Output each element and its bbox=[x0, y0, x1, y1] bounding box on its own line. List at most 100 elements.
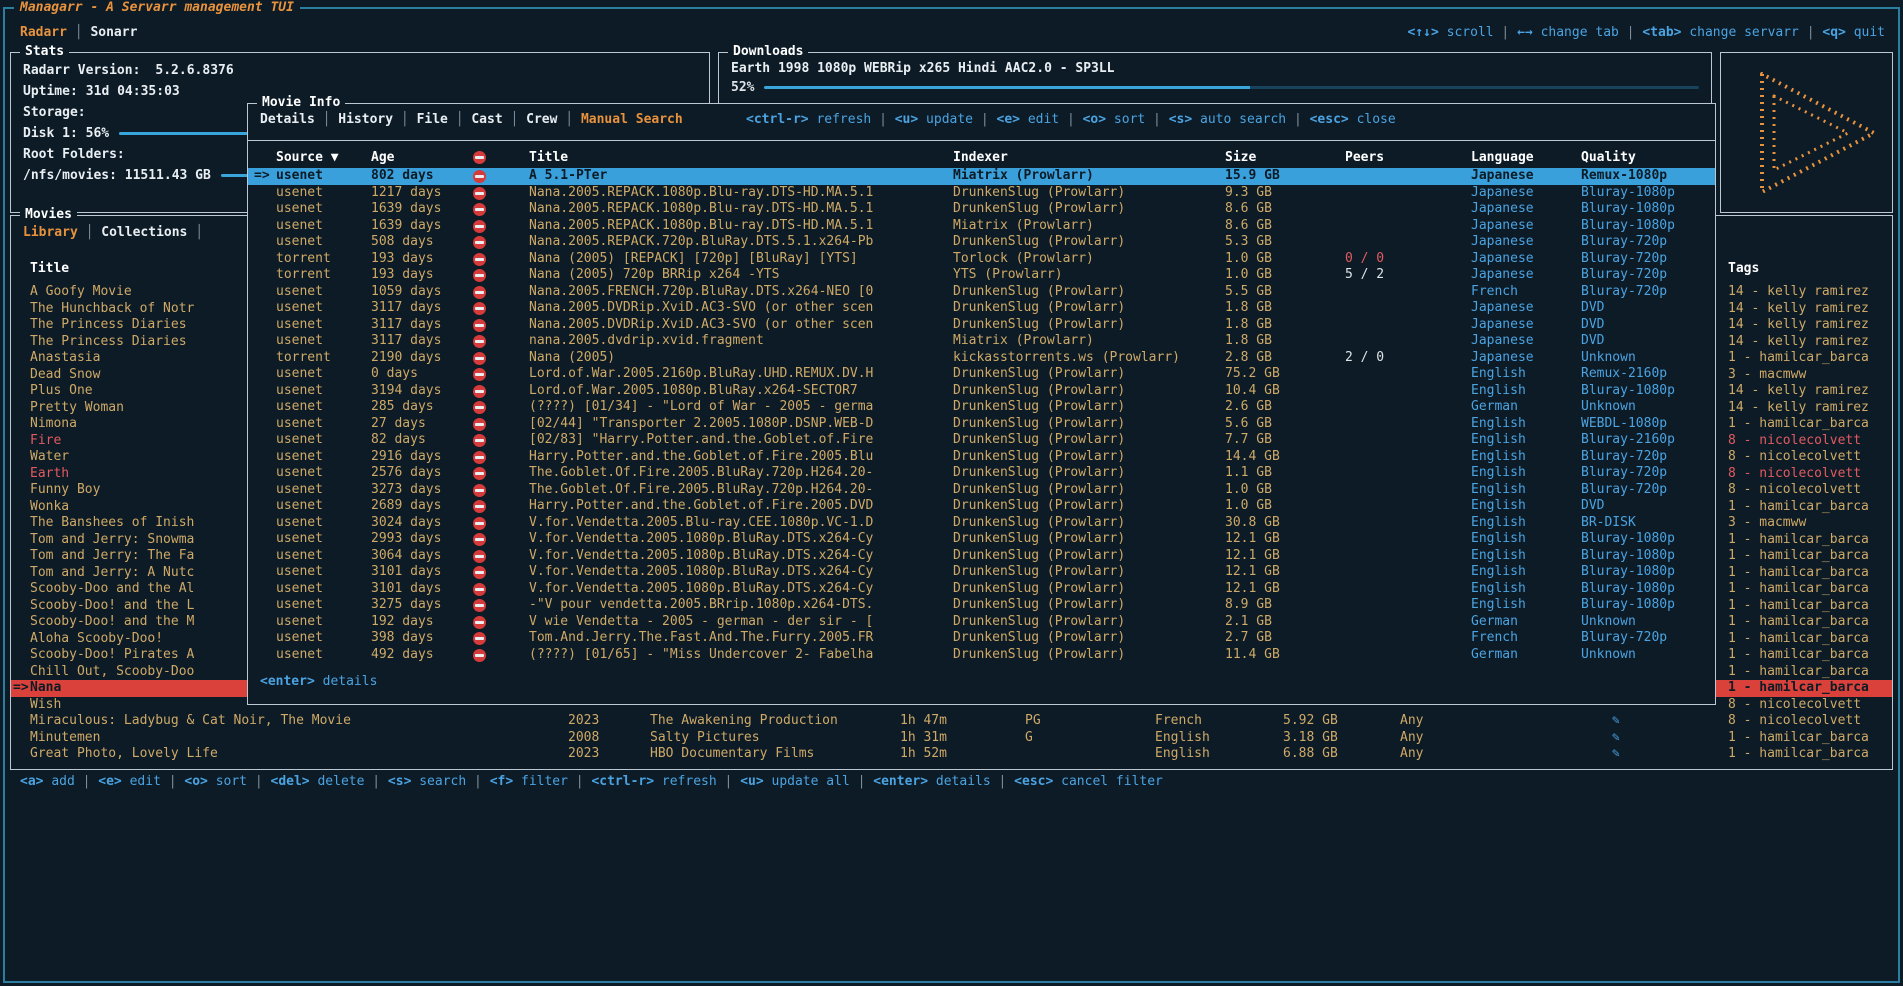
search-result-row[interactable]: usenet1639 daysNana.2005.REPACK.1080p.Bl… bbox=[248, 201, 1715, 218]
movie-tags-cell: 14 - kelly ramirez bbox=[1720, 317, 1892, 334]
rejection-icon bbox=[473, 401, 486, 414]
selection-marker bbox=[11, 301, 30, 318]
search-result-row[interactable]: usenet3024 daysV.for.Vendetta.2005.Blu-r… bbox=[248, 515, 1715, 532]
search-result-row[interactable]: usenet2689 daysHarry.Potter.and.the.Gobl… bbox=[248, 498, 1715, 515]
hint-action: update all bbox=[772, 774, 850, 789]
movie-tags-cell: 1 - hamilcar_barca bbox=[1720, 581, 1892, 598]
release-size-cell: 2.8 GB bbox=[1225, 350, 1345, 367]
radarr-version-label: Radarr Version: bbox=[23, 60, 140, 81]
search-table-header: Source ▼ Age Title Indexer Size Peers La… bbox=[248, 149, 1715, 166]
download-progress-line: 52% bbox=[731, 78, 1699, 97]
search-result-row[interactable]: usenet3117 daysNana.2005.DVDRip.XviD.AC3… bbox=[248, 300, 1715, 317]
release-size-cell: 8.6 GB bbox=[1225, 218, 1345, 235]
tab-file[interactable]: File bbox=[417, 112, 448, 127]
tab-radarr[interactable]: Radarr bbox=[20, 25, 67, 40]
search-result-row[interactable]: usenet3117 daysnana.2005.dvdrip.xvid.fra… bbox=[248, 333, 1715, 350]
search-result-row[interactable]: usenet508 daysNana.2005.REPACK.720p.BluR… bbox=[248, 234, 1715, 251]
tab-collections[interactable]: Collections bbox=[101, 225, 187, 240]
search-result-row[interactable]: usenet2916 daysHarry.Potter.and.the.Gobl… bbox=[248, 449, 1715, 466]
release-age-cell: 492 days bbox=[371, 647, 471, 664]
release-rejection-cell bbox=[471, 449, 529, 466]
release-source-cell: usenet bbox=[276, 234, 371, 251]
rejection-icon bbox=[473, 302, 486, 315]
release-title-cell: A 5.1-PTer bbox=[529, 168, 953, 185]
selection-marker bbox=[248, 432, 276, 449]
release-title-cell: Lord.of.War.2005.1080p.BluRay.x264-SECTO… bbox=[529, 383, 953, 400]
search-result-row[interactable]: usenet1217 daysNana.2005.REPACK.1080p.Bl… bbox=[248, 185, 1715, 202]
movie-year-cell: 2023 bbox=[568, 746, 650, 763]
tab-history[interactable]: History bbox=[338, 112, 393, 127]
release-language-cell: German bbox=[1471, 614, 1581, 631]
movie-tags-cell: 14 - kelly ramirez bbox=[1720, 334, 1892, 351]
movie-tag-icon-cell: ✎ bbox=[1610, 746, 1720, 763]
release-indexer-cell: DrunkenSlug (Prowlarr) bbox=[953, 300, 1225, 317]
hint-separator: | bbox=[717, 774, 740, 789]
release-rejection-cell bbox=[471, 482, 529, 499]
tab-manual-search[interactable]: Manual Search bbox=[581, 112, 683, 127]
release-language-cell: English bbox=[1471, 482, 1581, 499]
search-result-row[interactable]: usenet492 days(????) [01/65] - "Miss Und… bbox=[248, 647, 1715, 664]
hint-action: change servarr bbox=[1689, 25, 1799, 40]
global-keybind-hints: <↑↓> scroll | ←→ change tab | <tab> chan… bbox=[1408, 25, 1886, 40]
search-result-row[interactable]: usenet3117 daysNana.2005.DVDRip.XviD.AC3… bbox=[248, 317, 1715, 334]
search-result-row[interactable]: usenet3101 daysV.for.Vendetta.2005.1080p… bbox=[248, 564, 1715, 581]
release-indexer-cell: Torlock (Prowlarr) bbox=[953, 251, 1225, 268]
hint-key: <s> bbox=[388, 774, 411, 789]
search-result-row[interactable]: =>usenet802 daysA 5.1-PTerMiatrix (Prowl… bbox=[248, 168, 1715, 185]
release-rejection-cell bbox=[471, 168, 529, 185]
movie-row[interactable]: Great Photo, Lovely Life2023HBO Document… bbox=[11, 746, 1892, 763]
release-indexer-cell: DrunkenSlug (Prowlarr) bbox=[953, 515, 1225, 532]
rejection-icon bbox=[473, 632, 486, 645]
hint-action: scroll bbox=[1447, 25, 1494, 40]
tab-sonarr[interactable]: Sonarr bbox=[90, 25, 137, 40]
selection-marker bbox=[248, 531, 276, 548]
search-result-row[interactable]: usenet3275 days-"V pour vendetta.2005.BR… bbox=[248, 597, 1715, 614]
release-language-cell: Japanese bbox=[1471, 234, 1581, 251]
movie-row[interactable]: Minutemen2008Salty Pictures1h 31mGEnglis… bbox=[11, 730, 1892, 747]
search-result-row[interactable]: usenet3273 daysThe.Goblet.Of.Fire.2005.B… bbox=[248, 482, 1715, 499]
release-size-cell: 12.1 GB bbox=[1225, 564, 1345, 581]
search-result-row[interactable]: torrent2190 daysNana (2005)kickasstorren… bbox=[248, 350, 1715, 367]
release-source-cell: usenet bbox=[276, 531, 371, 548]
release-size-cell: 12.1 GB bbox=[1225, 581, 1345, 598]
tab-details[interactable]: Details bbox=[260, 112, 315, 127]
movie-row[interactable]: Miraculous: Ladybug & Cat Noir, The Movi… bbox=[11, 713, 1892, 730]
rejection-icon bbox=[473, 203, 486, 216]
search-result-row[interactable]: torrent193 daysNana (2005) [REPACK] [720… bbox=[248, 251, 1715, 268]
downloads-panel-title: Downloads bbox=[728, 44, 808, 59]
release-indexer-cell: DrunkenSlug (Prowlarr) bbox=[953, 647, 1225, 664]
release-indexer-cell: DrunkenSlug (Prowlarr) bbox=[953, 548, 1225, 565]
search-result-row[interactable]: usenet3194 daysLord.of.War.2005.1080p.Bl… bbox=[248, 383, 1715, 400]
search-result-row[interactable]: usenet192 daysV wie Vendetta - 2005 - ge… bbox=[248, 614, 1715, 631]
column-header-tags: Tags bbox=[1720, 260, 1892, 277]
tab-cast[interactable]: Cast bbox=[471, 112, 502, 127]
search-result-row[interactable]: usenet3064 daysV.for.Vendetta.2005.1080p… bbox=[248, 548, 1715, 565]
release-rejection-cell bbox=[471, 251, 529, 268]
search-result-row[interactable]: usenet398 daysTom.And.Jerry.The.Fast.And… bbox=[248, 630, 1715, 647]
managarr-play-logo bbox=[1732, 64, 1882, 202]
search-result-row[interactable]: usenet1059 daysNana.2005.FRENCH.720p.Blu… bbox=[248, 284, 1715, 301]
search-result-row[interactable]: usenet0 daysLord.of.War.2005.2160p.BluRa… bbox=[248, 366, 1715, 383]
release-age-cell: 3117 days bbox=[371, 333, 471, 350]
search-result-row[interactable]: usenet2576 daysThe.Goblet.Of.Fire.2005.B… bbox=[248, 465, 1715, 482]
selection-marker bbox=[11, 697, 30, 714]
movie-info-modal: Movie Info Details │ History │ File │ Ca… bbox=[247, 103, 1716, 705]
search-result-row[interactable]: usenet3101 daysV.for.Vendetta.2005.1080p… bbox=[248, 581, 1715, 598]
search-result-row[interactable]: usenet285 days(????) [01/34] - "Lord of … bbox=[248, 399, 1715, 416]
tab-library[interactable]: Library bbox=[23, 225, 78, 240]
rejection-icon bbox=[473, 220, 486, 233]
search-result-row[interactable]: usenet82 days[02/83] "Harry.Potter.and.t… bbox=[248, 432, 1715, 449]
selection-marker bbox=[11, 515, 30, 532]
movies-tab-bar: Library │ Collections │ bbox=[23, 225, 203, 240]
release-quality-cell: Bluray-1080p bbox=[1581, 564, 1715, 581]
movie-info-tab-strip: Details │ History │ File │ Cast │ Crew │… bbox=[248, 104, 1715, 141]
release-size-cell: 1.8 GB bbox=[1225, 333, 1345, 350]
tab-crew[interactable]: Crew bbox=[526, 112, 557, 127]
search-result-row[interactable]: usenet1639 daysNana.2005.REPACK.1080p.Bl… bbox=[248, 218, 1715, 235]
download-percent-label: 52% bbox=[731, 78, 754, 97]
search-result-row[interactable]: usenet2993 daysV.for.Vendetta.2005.1080p… bbox=[248, 531, 1715, 548]
release-peers-cell bbox=[1345, 515, 1471, 532]
release-age-cell: 3024 days bbox=[371, 515, 471, 532]
search-result-row[interactable]: usenet27 days[02/44] "Transporter 2.2005… bbox=[248, 416, 1715, 433]
search-result-row[interactable]: torrent193 daysNana (2005) 720p BRRip x2… bbox=[248, 267, 1715, 284]
